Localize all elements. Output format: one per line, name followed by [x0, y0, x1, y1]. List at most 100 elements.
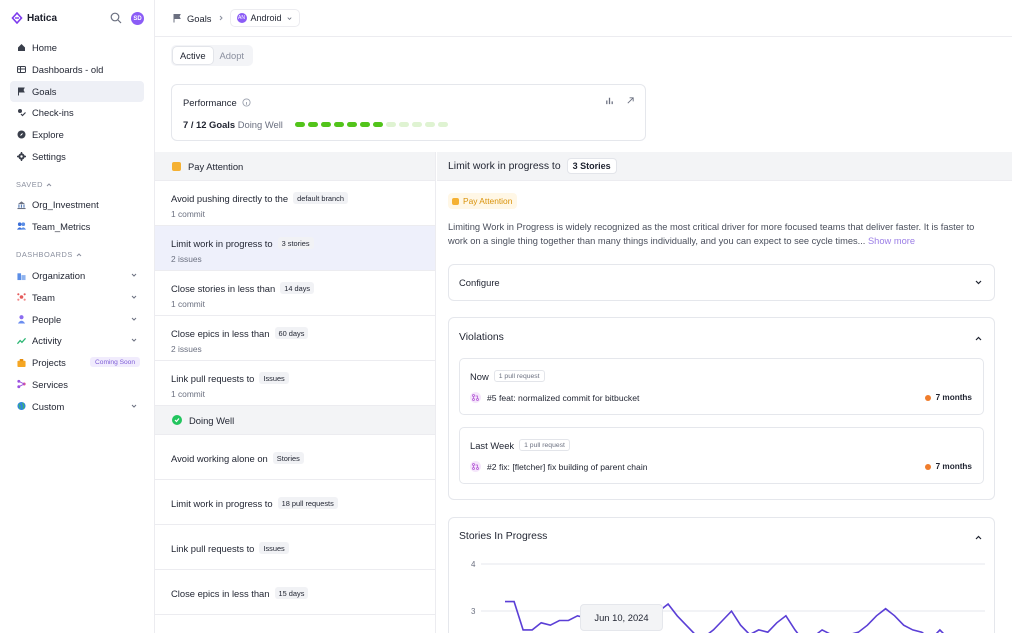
pull-request-icon: [470, 392, 481, 403]
sidebar-item-team-metrics[interactable]: Team_Metrics: [10, 216, 144, 237]
sidebar-item-label: Services: [32, 378, 68, 390]
chevron-down-icon[interactable]: [130, 336, 138, 344]
chevron-up-icon[interactable]: [974, 533, 983, 542]
violations-title: Violations: [459, 332, 504, 343]
goal-title: Limit work in progress to 3 stories: [171, 237, 314, 249]
violation-period: Last Week: [470, 439, 515, 451]
sidebar-item-label: Settings: [32, 150, 66, 162]
violation-pr[interactable]: #5 feat: normalized commit for bitbucket: [470, 392, 639, 403]
dashboards-nav: Organization Team People Activity Projec: [10, 265, 144, 418]
sidebar-item-custom[interactable]: Custom: [10, 396, 144, 417]
violation-count: 1 pull request: [493, 370, 545, 382]
goal-title-text: Link pull requests to: [171, 542, 255, 554]
performance-actions: [605, 96, 635, 105]
sidebar-item-explore[interactable]: Explore: [10, 124, 144, 145]
goal-title: Link pull requests to Issues: [171, 542, 289, 554]
goal-pill-pending: [399, 122, 409, 127]
sidebar-item-label: People: [32, 313, 62, 325]
search-icon[interactable]: [110, 12, 122, 24]
goal-row[interactable]: Avoid pushing directly to the default bra…: [155, 181, 435, 226]
goal-title: Close epics in less than 60 days: [171, 327, 309, 339]
saved-section-label[interactable]: SAVED: [16, 180, 52, 189]
compass-icon: [17, 130, 26, 139]
sidebar-item-goals[interactable]: Goals: [10, 80, 144, 102]
bar-chart-icon[interactable]: [605, 96, 614, 105]
pull-request-icon: [470, 461, 481, 472]
performance-summary: 7 / 12 Goals Doing Well: [183, 119, 283, 130]
chevron-down-icon[interactable]: [130, 271, 138, 279]
violation-age: 7 months: [924, 393, 972, 402]
goal-row[interactable]: Close epics in less than 60 days 2 issues: [155, 316, 435, 361]
chart-tooltip: Jun 10, 2024: [580, 604, 663, 631]
goals-status: Doing Well: [237, 119, 283, 130]
attention-status-icon: [172, 161, 181, 171]
hatica-logo-icon: [11, 12, 23, 24]
violation-count: 1 pull request: [519, 439, 570, 451]
performance-card: Performance 7 / 12 Goals Doing Well: [171, 84, 646, 141]
team-icon: [17, 222, 26, 231]
chevron-down-icon[interactable]: [130, 402, 138, 410]
sidebar-item-settings[interactable]: Settings: [10, 146, 144, 167]
sidebar-item-dashboards-old[interactable]: Dashboards - old: [10, 59, 144, 80]
breadcrumb-goals[interactable]: Goals: [187, 13, 212, 24]
tab-adopt[interactable]: Adopt: [213, 47, 252, 64]
sidebar-item-team[interactable]: Team: [10, 287, 144, 308]
sidebar-item-label: Org_Investment: [32, 199, 99, 210]
sidebar-item-check-ins[interactable]: Check-ins: [10, 102, 144, 123]
sidebar-item-services[interactable]: Services: [10, 374, 144, 395]
sidebar-item-organization[interactable]: Organization: [10, 265, 144, 286]
sidebar-item-projects[interactable]: Projects Coming Soon: [10, 352, 144, 373]
violation-pr[interactable]: #2 fix: [fletcher] fix building of paren…: [470, 461, 648, 472]
coming-soon-badge: Coming Soon: [90, 357, 140, 368]
projects-icon: [17, 358, 26, 367]
status-badge: Pay Attention: [448, 193, 518, 209]
goal-row[interactable]: Close epics in less than 15 days: [155, 570, 435, 615]
goal-row[interactable]: Close stories in less than 14 days 1 comm…: [155, 271, 435, 316]
check-ins-icon: [17, 108, 26, 117]
tab-active[interactable]: Active: [173, 47, 213, 64]
brand-name: Hatica: [27, 12, 58, 24]
goal-chip: Issues: [259, 542, 289, 554]
goal-title-text: Limit work in progress to: [171, 237, 273, 249]
saved-nav: Org_Investment Team_Metrics: [10, 194, 144, 238]
group-title: Pay Attention: [188, 160, 244, 172]
goal-row[interactable]: Avoid working alone on Stories: [155, 435, 435, 480]
user-avatar[interactable]: SD: [131, 12, 144, 25]
goal-row-selected[interactable]: Limit work in progress to 3 stories 2 iss…: [155, 226, 435, 271]
goal-sub: 1 commit: [171, 209, 205, 219]
sidebar-item-org-investment[interactable]: Org_Investment: [10, 194, 144, 215]
goal-row[interactable]: Link pull requests to Issues: [155, 525, 435, 570]
stories-series-line[interactable]: [505, 600, 949, 633]
violation-now: Now 1 pull request #5 feat: normalized c…: [459, 358, 984, 415]
goal-title-text: Link pull requests to: [171, 372, 255, 384]
expand-arrow-icon[interactable]: [626, 96, 635, 105]
configure-card[interactable]: Configure: [448, 264, 995, 301]
chevron-down-icon[interactable]: [974, 278, 983, 287]
show-more-link[interactable]: Show more: [868, 236, 915, 246]
group-pay-attention[interactable]: Pay Attention: [155, 152, 435, 181]
sidebar-item-activity[interactable]: Activity: [10, 330, 144, 351]
stories-line-chart[interactable]: 43: [449, 556, 994, 633]
chevron-up-icon[interactable]: [974, 334, 983, 343]
goals-progress-pills: [295, 122, 448, 127]
chevron-down-icon[interactable]: [130, 315, 138, 323]
team-selector[interactable]: AN Android: [229, 9, 300, 27]
info-icon[interactable]: [242, 98, 251, 107]
stories-title: Stories In Progress: [459, 531, 548, 542]
dashboards-section-label[interactable]: DASHBOARDS: [16, 250, 82, 259]
chevron-right-icon: [219, 15, 223, 21]
check-circle-icon: [172, 415, 182, 425]
group-doing-well[interactable]: Doing Well: [155, 406, 435, 435]
stories-in-progress-card: Stories In Progress 43: [448, 517, 995, 633]
goal-pill-pending: [425, 122, 435, 127]
brand[interactable]: Hatica: [11, 12, 57, 24]
goal-row[interactable]: Link pull requests to Issues 1 commit: [155, 361, 435, 406]
goal-row[interactable]: Limit work in progress to 18 pull request…: [155, 480, 435, 525]
sidebar-item-home[interactable]: Home: [10, 37, 144, 58]
chevron-down-icon[interactable]: [130, 293, 138, 301]
goal-title: Avoid pushing directly to the default bra…: [171, 192, 348, 204]
y-tick-label: 4: [471, 560, 476, 569]
sidebar-item-people[interactable]: People: [10, 309, 144, 330]
detail-title: Limit work in progress to: [448, 160, 561, 172]
goal-pill-achieved: [334, 122, 344, 127]
